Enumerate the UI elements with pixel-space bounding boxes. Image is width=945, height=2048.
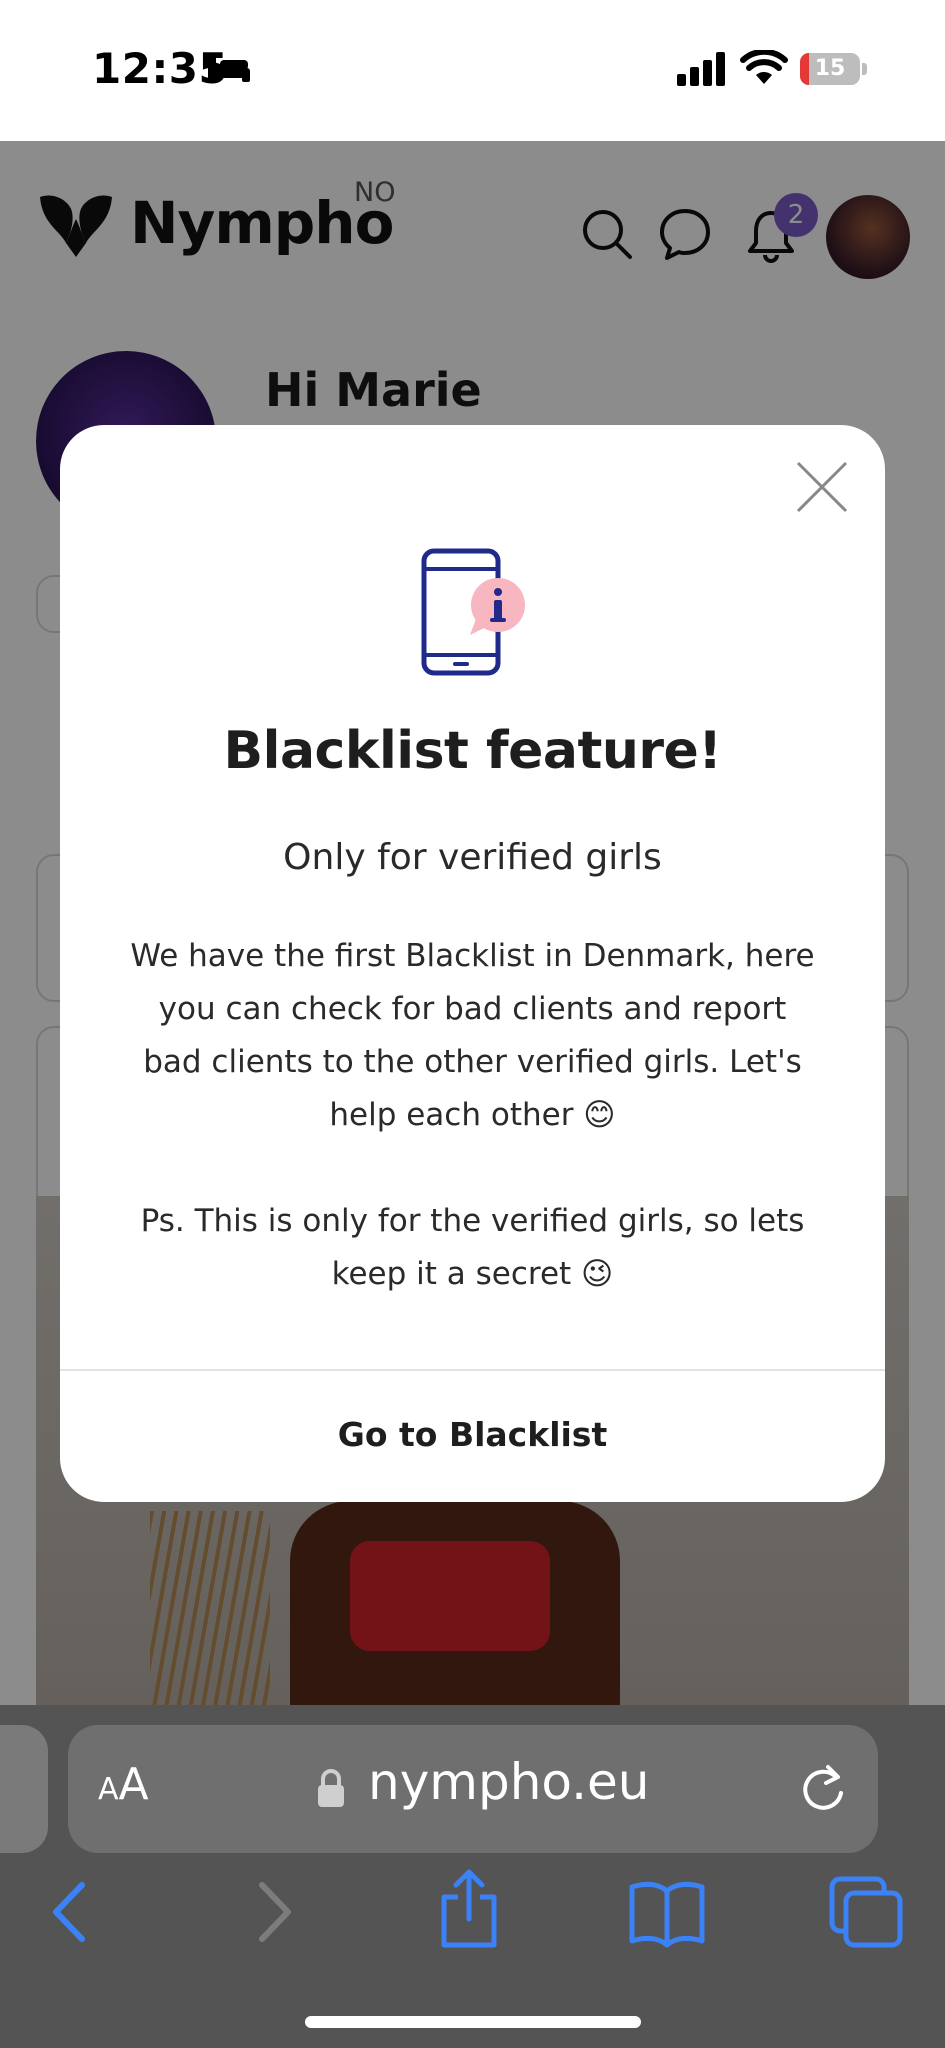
modal-body-text: We have the first Blacklist in Denmark, …: [130, 938, 815, 1133]
text-size-button[interactable]: AA: [98, 1759, 149, 1810]
wifi-icon: [740, 50, 788, 84]
phone-info-icon: [421, 548, 525, 676]
home-indicator[interactable]: [305, 2016, 641, 2028]
back-icon[interactable]: [40, 1875, 100, 1949]
status-bar: 12:35 15: [0, 0, 945, 141]
forward-icon[interactable]: [244, 1875, 304, 1949]
browser-toolbar: AA nympho.eu: [0, 1705, 945, 2048]
modal-title: Blacklist feature!: [223, 721, 723, 781]
battery-tip: [862, 63, 867, 75]
lock-icon: [318, 1769, 344, 1807]
share-icon[interactable]: [436, 1867, 502, 1949]
go-to-blacklist-button[interactable]: Go to Blacklist: [60, 1371, 885, 1502]
close-icon[interactable]: [792, 457, 852, 517]
previous-tab-preview[interactable]: [0, 1725, 48, 1853]
battery-indicator: 15: [800, 53, 860, 85]
bed-icon: [208, 56, 250, 82]
bookmarks-icon[interactable]: [628, 1875, 706, 1949]
reload-icon[interactable]: [798, 1763, 848, 1815]
address-bar[interactable]: AA nympho.eu: [68, 1725, 878, 1853]
tabs-icon[interactable]: [828, 1875, 904, 1949]
modal-subtitle: Only for verified girls: [283, 837, 662, 878]
modal-ps-text: Ps. This is only for the verified girls,…: [140, 1203, 805, 1292]
battery-level: 15: [814, 56, 846, 81]
url-text[interactable]: nympho.eu: [368, 1753, 649, 1811]
cellular-signal-icon: [677, 52, 725, 86]
blacklist-modal: Blacklist feature! Only for verified gir…: [60, 425, 885, 1502]
